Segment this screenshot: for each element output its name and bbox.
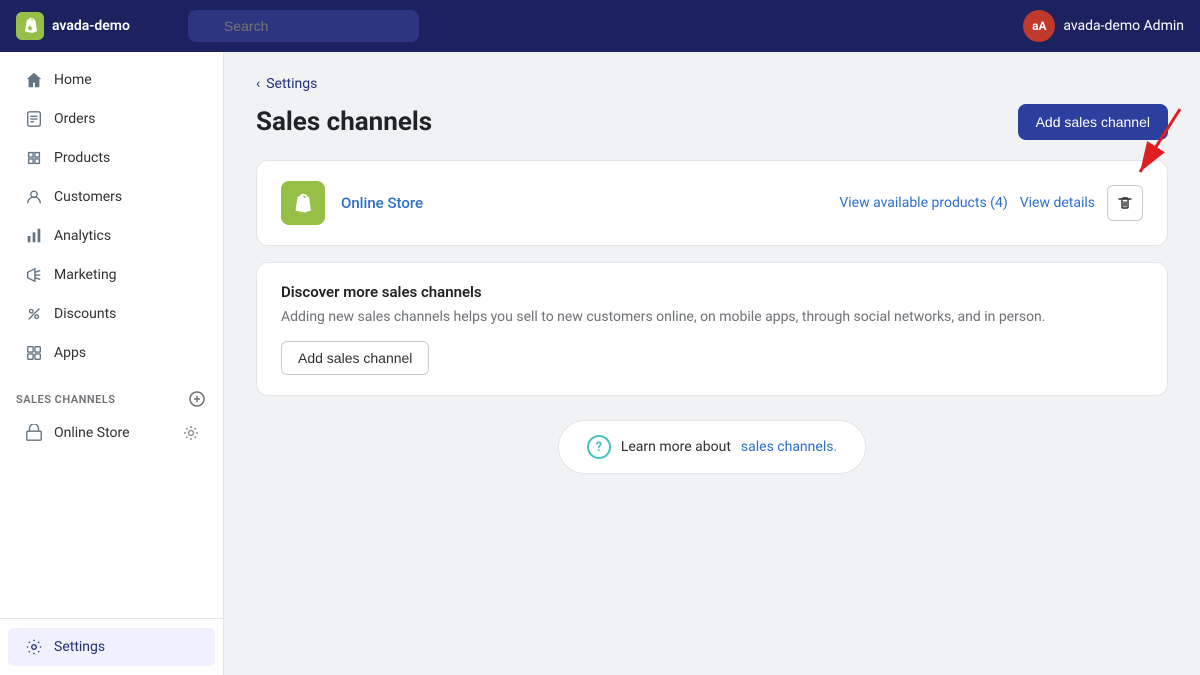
sidebar-item-marketing-label: Marketing — [54, 267, 117, 283]
sidebar-item-customers-label: Customers — [54, 189, 122, 205]
brand: avada-demo — [16, 12, 176, 40]
discover-title: Discover more sales channels — [281, 283, 1143, 301]
sidebar-item-orders-label: Orders — [54, 111, 96, 127]
customers-icon — [24, 187, 44, 207]
page-header: Sales channels Add sales channel — [256, 104, 1168, 140]
store-icon — [24, 423, 44, 443]
orders-icon — [24, 109, 44, 129]
breadcrumb[interactable]: ‹ Settings — [256, 76, 1168, 92]
sidebar-item-analytics[interactable]: Analytics — [8, 217, 215, 255]
learn-more-text: Learn more about — [621, 439, 731, 455]
online-store-name[interactable]: Online Store — [341, 194, 823, 212]
search-input[interactable] — [188, 10, 419, 42]
sidebar-channel-left: Online Store — [24, 423, 130, 443]
channel-settings-icon[interactable] — [183, 425, 199, 441]
home-icon — [24, 70, 44, 90]
sidebar-item-home-label: Home — [54, 72, 92, 88]
online-store-actions: View available products (4) View details — [839, 185, 1143, 221]
discounts-icon — [24, 304, 44, 324]
sidebar-item-discounts[interactable]: Discounts — [8, 295, 215, 333]
sidebar-item-marketing[interactable]: Marketing — [8, 256, 215, 294]
sales-channels-link[interactable]: sales channels. — [741, 439, 837, 455]
brand-name: avada-demo — [52, 18, 130, 34]
sidebar-item-home[interactable]: Home — [8, 61, 215, 99]
breadcrumb-label: Settings — [266, 76, 317, 92]
learn-more-pill: ? Learn more about sales channels. — [558, 420, 866, 474]
sidebar-bottom: Settings — [0, 618, 223, 675]
breadcrumb-arrow-icon: ‹ — [256, 76, 260, 92]
admin-name: avada-demo Admin — [1063, 18, 1184, 34]
sidebar: Home Orders Products Cu — [0, 52, 224, 675]
sidebar-nav: Home Orders Products Cu — [0, 52, 223, 618]
online-store-row: Online Store View available products (4)… — [281, 181, 1143, 225]
sidebar-item-products[interactable]: Products — [8, 139, 215, 177]
view-available-products-link[interactable]: View available products (4) — [839, 195, 1007, 211]
shopify-logo-icon — [16, 12, 44, 40]
products-icon — [24, 148, 44, 168]
view-details-link[interactable]: View details — [1020, 195, 1095, 211]
marketing-icon — [24, 265, 44, 285]
sidebar-item-customers[interactable]: Customers — [8, 178, 215, 216]
main-content: ‹ Settings Sales channels Add sales chan… — [224, 52, 1200, 498]
sidebar-item-discounts-label: Discounts — [54, 306, 116, 322]
analytics-icon — [24, 226, 44, 246]
layout: Home Orders Products Cu — [0, 52, 1200, 675]
online-store-card: Online Store View available products (4)… — [256, 160, 1168, 246]
avatar: aA — [1023, 10, 1055, 42]
sidebar-item-products-label: Products — [54, 150, 110, 166]
settings-icon — [24, 637, 44, 657]
main-wrapper: ‹ Settings Sales channels Add sales chan… — [224, 52, 1200, 675]
discover-card: Discover more sales channels Adding new … — [256, 262, 1168, 396]
sidebar-channel-online-store-label: Online Store — [54, 425, 130, 441]
sales-channels-label: SALES CHANNELS — [16, 393, 116, 406]
apps-icon — [24, 343, 44, 363]
shopify-bag-icon — [281, 181, 325, 225]
sidebar-channel-online-store[interactable]: Online Store — [8, 414, 215, 452]
page-title: Sales channels — [256, 107, 432, 137]
topnav-right: aA avada-demo Admin — [1023, 10, 1184, 42]
topnav: avada-demo 🔍 aA avada-demo Admin — [0, 0, 1200, 52]
sales-channels-section-header: SALES CHANNELS — [0, 373, 223, 413]
search-wrapper: 🔍 — [188, 10, 828, 42]
sidebar-item-settings[interactable]: Settings — [8, 628, 215, 666]
sidebar-item-apps-label: Apps — [54, 345, 86, 361]
info-icon: ? — [587, 435, 611, 459]
discover-add-channel-button[interactable]: Add sales channel — [281, 341, 429, 375]
delete-channel-button[interactable] — [1107, 185, 1143, 221]
add-sales-channel-button[interactable]: Add sales channel — [1018, 104, 1168, 140]
add-sales-channel-sidebar-button[interactable] — [187, 389, 207, 409]
sidebar-item-analytics-label: Analytics — [54, 228, 111, 244]
sidebar-item-settings-label: Settings — [54, 639, 105, 655]
learn-more-container: ? Learn more about sales channels. — [256, 420, 1168, 474]
sidebar-item-orders[interactable]: Orders — [8, 100, 215, 138]
discover-description: Adding new sales channels helps you sell… — [281, 309, 1143, 325]
sidebar-item-apps[interactable]: Apps — [8, 334, 215, 372]
